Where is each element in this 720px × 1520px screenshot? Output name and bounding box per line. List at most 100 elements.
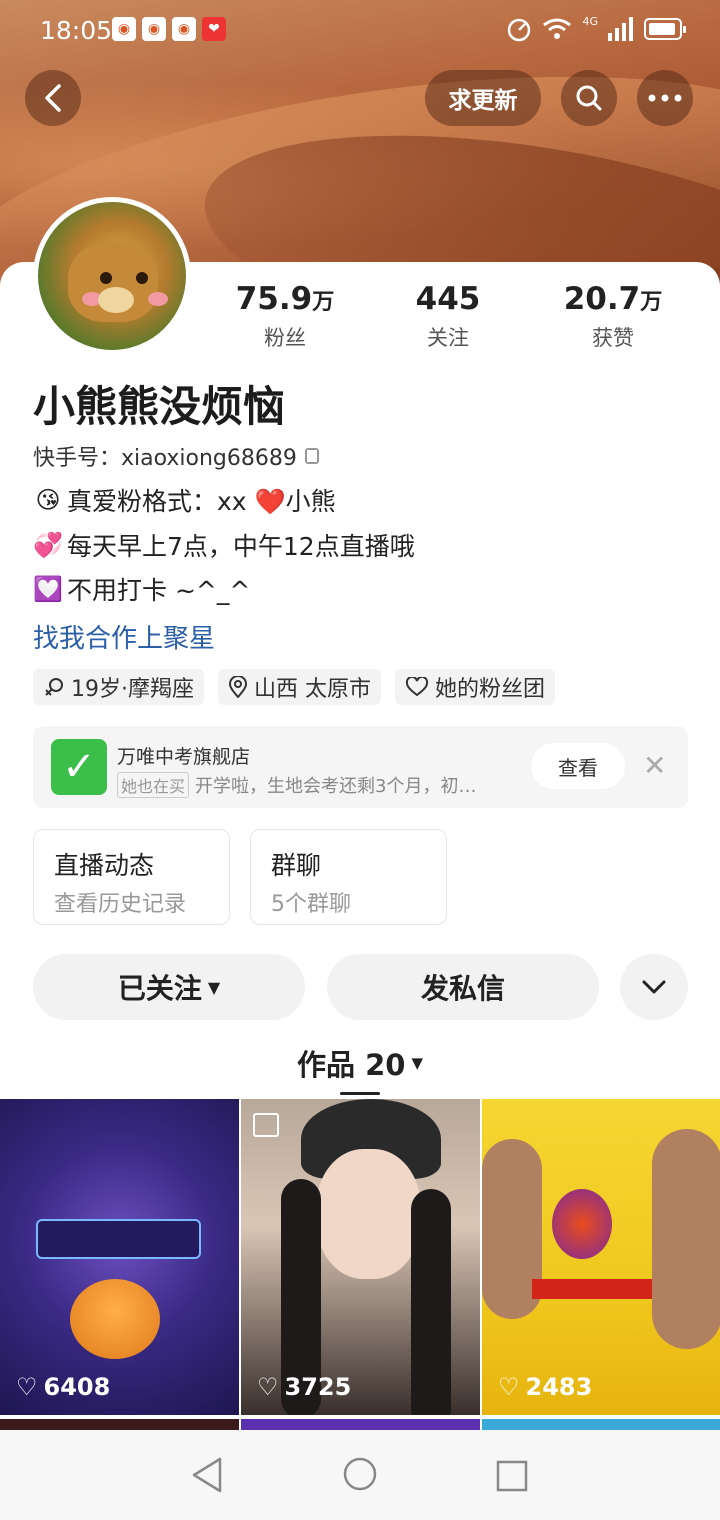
request-update-button[interactable]: 求更新 bbox=[425, 70, 541, 126]
message-button[interactable]: 发私信 bbox=[327, 954, 599, 1020]
speed-icon bbox=[508, 18, 531, 42]
bear-eye bbox=[100, 272, 112, 284]
weibo-icon: ◉ bbox=[142, 17, 166, 41]
kuaishou-id: 快手号：xiaoxiong68689 bbox=[33, 446, 297, 471]
stat-likes[interactable]: 20.7万 获赞 bbox=[538, 282, 688, 352]
tab-underline bbox=[340, 1092, 380, 1095]
stat-fans[interactable]: 75.9万 粉丝 bbox=[210, 282, 360, 352]
work-thumbnail[interactable]: ♡ 6408 bbox=[0, 1099, 239, 1415]
bio-text: 不用打卡 ~^_^ bbox=[67, 576, 251, 605]
stat-label: 关注 bbox=[427, 326, 469, 350]
bio-text: 真爱粉格式：xx ❤️小熊 bbox=[67, 487, 336, 516]
stat-number: 445 bbox=[415, 281, 481, 317]
also-buy-badge: 她也在买 bbox=[117, 772, 190, 798]
game-title-shape bbox=[532, 1279, 652, 1299]
likes-count: ♡ 3725 bbox=[257, 1373, 351, 1401]
status-bar: 18:05 ◉ ◉ ◉ ❤ 4G bbox=[0, 0, 720, 60]
nav-recent-icon[interactable] bbox=[496, 1460, 528, 1492]
status-right: 4G bbox=[506, 14, 686, 42]
avatar[interactable] bbox=[33, 197, 191, 355]
heart-icon: ♡ bbox=[16, 1373, 38, 1401]
tag-text: 19岁·摩羯座 bbox=[71, 677, 194, 702]
more-button[interactable] bbox=[637, 70, 693, 126]
hair-shape bbox=[411, 1189, 451, 1415]
stat-number: 75.9 bbox=[235, 281, 313, 317]
rooster-shape bbox=[552, 1189, 612, 1259]
chevron-down-icon bbox=[642, 980, 666, 994]
nav-home-icon[interactable] bbox=[342, 1456, 378, 1492]
likes-count: ♡ 6408 bbox=[16, 1373, 110, 1401]
live-history-card[interactable]: 直播动态 查看历史记录 bbox=[33, 829, 230, 925]
profile-tags: 19岁·摩羯座 山西 太原市 她的粉丝团 bbox=[33, 669, 556, 705]
card-title: 群聊 bbox=[271, 851, 322, 880]
bear-eye bbox=[136, 272, 148, 284]
card-subtitle: 查看历史记录 bbox=[54, 892, 187, 917]
bio-text: 每天早上7点，中午12点直播哦 bbox=[67, 532, 415, 561]
shop-subtitle: 她也在买 开学啦，生地会考还剩3个月，初… bbox=[117, 772, 476, 798]
copy-icon[interactable] bbox=[304, 448, 319, 464]
chevron-left-icon bbox=[45, 84, 61, 112]
works-tab-bar: 作品 20 ▼ bbox=[0, 1042, 720, 1095]
heart-icon: ♡ bbox=[257, 1373, 279, 1401]
shop-banner[interactable]: ✓ 万唯中考旗舰店 她也在买 开学啦，生地会考还剩3个月，初… 查看 ✕ bbox=[33, 726, 688, 808]
system-nav-bar bbox=[0, 1430, 720, 1520]
work-thumbnail[interactable]: ♡ 2483 bbox=[482, 1099, 720, 1415]
bio-line: 💟 不用打卡 ~^_^ bbox=[33, 571, 250, 607]
stat-label: 获赞 bbox=[592, 326, 634, 350]
likes-number: 3725 bbox=[284, 1373, 352, 1401]
search-icon bbox=[576, 85, 602, 111]
shop-title: 万唯中考旗舰店 bbox=[117, 746, 251, 768]
kiss-emoji-icon: 😘 bbox=[35, 486, 61, 514]
stat-unit: 万 bbox=[312, 290, 335, 315]
monkey-shape bbox=[652, 1129, 720, 1349]
cooperation-link[interactable]: 找我合作上聚星 bbox=[33, 618, 215, 655]
back-button[interactable] bbox=[25, 70, 81, 126]
gallery-icon bbox=[253, 1113, 279, 1137]
bio-line: 😘 真爱粉格式：xx ❤️小熊 bbox=[33, 482, 336, 518]
wifi-icon bbox=[543, 18, 572, 39]
tag-text: 山西 太原市 bbox=[254, 677, 371, 702]
stream-banner-shape bbox=[36, 1219, 201, 1259]
female-icon bbox=[45, 678, 63, 696]
nav-back-icon[interactable] bbox=[190, 1456, 224, 1494]
shop-desc: 开学啦，生地会考还剩3个月，初… bbox=[195, 776, 477, 797]
close-icon[interactable]: ✕ bbox=[643, 752, 666, 780]
bear-cheek bbox=[148, 292, 168, 306]
status-time: 18:05 bbox=[40, 16, 113, 45]
card-title: 直播动态 bbox=[54, 851, 155, 880]
followed-button[interactable]: 已关注 ▼ bbox=[33, 954, 305, 1020]
caret-down-icon: ▼ bbox=[207, 977, 221, 997]
likes-number: 6408 bbox=[43, 1373, 111, 1401]
heart-icon: ♡ bbox=[498, 1373, 520, 1401]
tag-fan-club[interactable]: 她的粉丝团 bbox=[395, 669, 556, 705]
signal-icon bbox=[608, 17, 633, 41]
heart-outline-icon bbox=[405, 677, 429, 697]
stat-label: 粉丝 bbox=[264, 326, 306, 350]
notification-icons: ◉ ◉ ◉ ❤ bbox=[112, 17, 226, 41]
profile-page: { "status": {"time":"18:05","network":"4… bbox=[0, 0, 720, 1520]
bear-snout bbox=[98, 287, 134, 313]
stat-number: 20.7 bbox=[563, 281, 641, 317]
bio-line: 💞 每天早上7点，中午12点直播哦 bbox=[33, 527, 415, 563]
view-shop-button[interactable]: 查看 bbox=[531, 743, 625, 789]
likes-count: ♡ 2483 bbox=[498, 1373, 592, 1401]
tag-text: 她的粉丝团 bbox=[435, 677, 546, 702]
weibo-icon: ◉ bbox=[172, 17, 196, 41]
checkmark-logo-icon: ✓ bbox=[51, 739, 107, 795]
network-type: 4G bbox=[582, 14, 598, 28]
likes-number: 2483 bbox=[525, 1373, 593, 1401]
card-subtitle: 5个群聊 bbox=[271, 892, 351, 917]
work-thumbnail[interactable]: ♡ 3725 bbox=[241, 1099, 480, 1415]
tag-location: 山西 太原市 bbox=[218, 669, 381, 705]
stat-unit: 万 bbox=[640, 290, 663, 315]
stat-following[interactable]: 445 关注 bbox=[373, 282, 523, 352]
heart-app-icon: ❤ bbox=[202, 17, 226, 41]
face-shape bbox=[316, 1149, 421, 1279]
location-pin-icon bbox=[228, 676, 248, 698]
search-button[interactable] bbox=[561, 70, 617, 126]
expand-button[interactable] bbox=[620, 954, 688, 1020]
profile-name: 小熊熊没烦恼 bbox=[33, 382, 286, 431]
message-label: 发私信 bbox=[420, 972, 505, 1005]
group-chat-card[interactable]: 群聊 5个群聊 bbox=[250, 829, 447, 925]
tab-works[interactable]: 作品 20 ▼ bbox=[297, 1042, 423, 1084]
